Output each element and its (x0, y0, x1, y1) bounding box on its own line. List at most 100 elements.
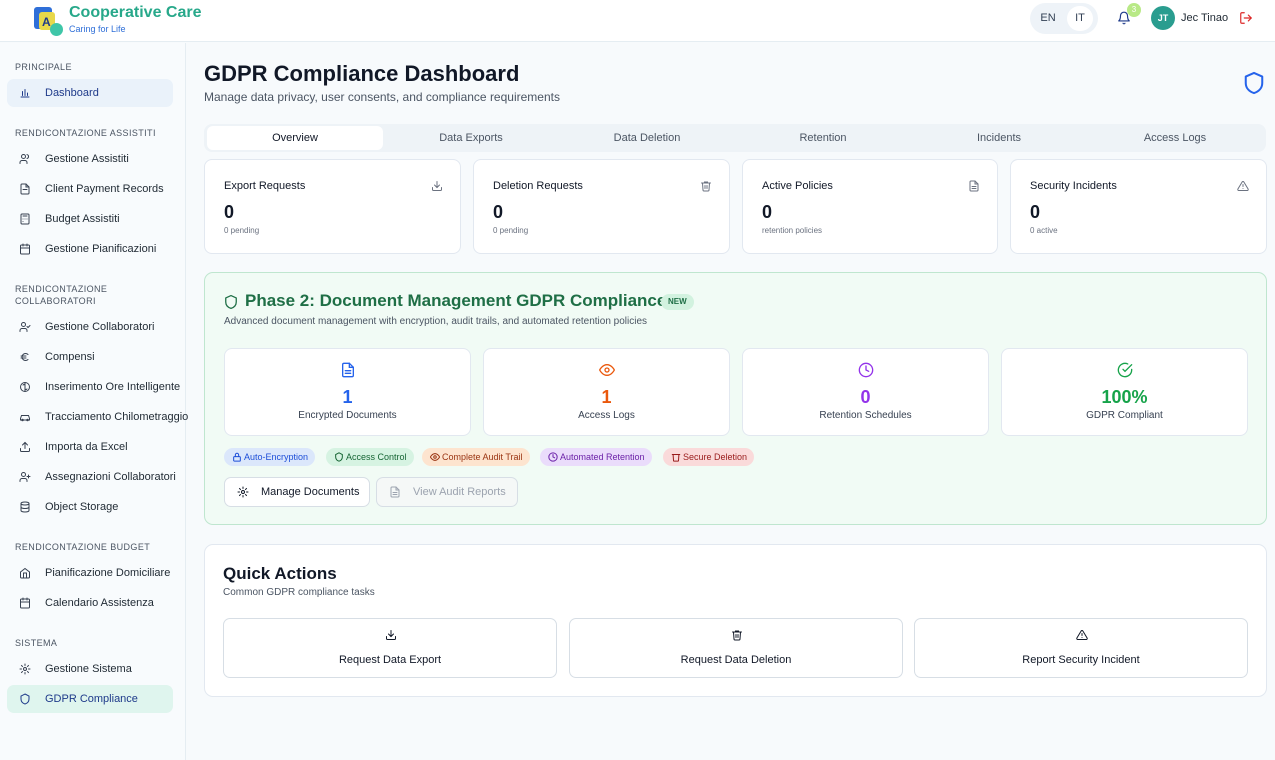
stat-card-active-policies: Active Policies 0 retention policies (742, 159, 998, 254)
trash-icon (732, 630, 742, 641)
sidebar-item-object-storage[interactable]: Object Storage (7, 493, 173, 521)
users-icon (19, 154, 29, 164)
sidebar-item-gestione-assistiti[interactable]: Gestione Assistiti (7, 145, 173, 173)
stat-value: 0 (762, 202, 773, 222)
chip-automated-retention: Automated Retention (540, 448, 652, 466)
sidebar-section-budget: RENDICONTAZIONE BUDGET (15, 542, 151, 552)
file-text-icon (390, 486, 400, 498)
chip-label: Access Control (346, 452, 407, 462)
quick-actions-panel: Quick Actions Common GDPR compliance tas… (204, 544, 1267, 697)
quick-actions-subtitle: Common GDPR compliance tasks (223, 587, 375, 598)
alert-triangle-icon (1076, 629, 1088, 640)
metric-label: Access Logs (578, 410, 635, 421)
sidebar-item-label: Inserimento Ore Intelligente (45, 381, 181, 393)
chip-access-control: Access Control (326, 448, 414, 466)
chip-label: Automated Retention (560, 452, 645, 462)
sidebar-item-label: Gestione Assistiti (45, 153, 129, 165)
stat-sub: retention policies (762, 226, 823, 235)
sidebar-item-label: Calendario Assistenza (45, 597, 154, 609)
stat-value: 0 (1030, 202, 1041, 222)
metric-label: Retention Schedules (819, 410, 912, 421)
metric-value: 1 (342, 387, 353, 407)
sidebar-item-assegnazioni-collaboratori[interactable]: Assegnazioni Collaboratori (7, 463, 176, 491)
shield-icon (20, 693, 30, 705)
stat-sub: 0 pending (224, 226, 260, 235)
clock-icon (858, 362, 874, 378)
sidebar-item-gdpr-compliance[interactable]: GDPR Compliance (7, 685, 173, 713)
euro-icon (20, 353, 29, 361)
phase-2-panel: Phase 2: Document Management GDPR Compli… (204, 272, 1267, 525)
sidebar-item-importa-excel[interactable]: Importa da Excel (7, 433, 173, 461)
tab-data-exports[interactable]: Data Exports (383, 126, 559, 150)
top-bar: A Cooperative Care Caring for Life EN IT… (0, 0, 1275, 42)
stat-title: Export Requests (224, 180, 306, 192)
sidebar-item-label: Budget Assistiti (45, 213, 120, 225)
upload-icon (20, 441, 30, 452)
download-icon (432, 181, 442, 191)
lang-en-button[interactable]: EN (1035, 6, 1061, 31)
app-logo[interactable]: A (34, 6, 64, 36)
chip-auto-encryption: Auto-Encryption (224, 448, 316, 466)
stat-title: Security Incidents (1030, 180, 1117, 192)
bar-chart-icon (20, 89, 30, 98)
stat-card-deletion-requests: Deletion Requests 0 0 pending (473, 159, 730, 254)
button-label: Report Security Incident (1022, 654, 1140, 666)
sidebar-item-calendario-assistenza[interactable]: Calendario Assistenza (7, 589, 173, 617)
alert-triangle-icon (1237, 180, 1249, 191)
metric-gdpr-compliant: 100% GDPR Compliant (1001, 348, 1248, 436)
stat-title: Active Policies (762, 180, 833, 192)
logout-icon[interactable] (1239, 11, 1253, 25)
tab-incidents[interactable]: Incidents (911, 126, 1087, 150)
sidebar-item-gestione-pianificazioni[interactable]: Gestione Pianificazioni (7, 235, 173, 263)
tab-data-deletion[interactable]: Data Deletion (559, 126, 735, 150)
trash-icon (701, 181, 711, 192)
download-icon (386, 630, 396, 640)
metric-retention-schedules: 0 Retention Schedules (742, 348, 989, 436)
sidebar-section-sistema: SISTEMA (15, 638, 58, 648)
brand-name[interactable]: Cooperative Care (69, 4, 202, 22)
sidebar-item-budget-assistiti[interactable]: Budget Assistiti (7, 205, 173, 233)
home-icon (20, 567, 30, 579)
user-check-icon (19, 322, 31, 332)
sidebar-item-label: Assegnazioni Collaboratori (45, 471, 176, 483)
trash-icon (671, 454, 681, 462)
request-data-deletion-button[interactable]: Request Data Deletion (569, 618, 903, 678)
sidebar-item-label: Tracciamento Chilometraggio (45, 411, 189, 423)
view-audit-reports-button[interactable]: View Audit Reports (376, 477, 518, 507)
gear-icon (237, 486, 249, 498)
sidebar-item-gestione-collaboratori[interactable]: Gestione Collaboratori (7, 313, 173, 341)
sidebar-item-pianificazione-domiciliare[interactable]: Pianificazione Domiciliare (7, 559, 173, 587)
sidebar-item-compensi[interactable]: Compensi (7, 343, 173, 371)
sidebar-item-label: Gestione Collaboratori (45, 321, 155, 333)
logo-letter: A (42, 15, 51, 29)
stat-card-security-incidents: Security Incidents 0 0 active (1010, 159, 1267, 254)
phase-title: Phase 2: Document Management GDPR Compli… (245, 291, 667, 310)
tab-overview[interactable]: Overview (207, 126, 383, 150)
sidebar-item-label: GDPR Compliance (45, 693, 138, 705)
tab-access-logs[interactable]: Access Logs (1087, 126, 1263, 150)
report-security-incident-button[interactable]: Report Security Incident (914, 618, 1248, 678)
sidebar-item-inserimento-ore[interactable]: Inserimento Ore Intelligente (7, 373, 180, 401)
eye-icon (430, 453, 440, 461)
shield-icon (225, 294, 237, 310)
manage-documents-button[interactable]: Manage Documents (224, 477, 370, 507)
metric-value: 100% (1101, 387, 1148, 407)
tab-retention[interactable]: Retention (735, 126, 911, 150)
user-name[interactable]: Jec Tinao (1181, 12, 1228, 24)
sidebar-section-collaboratori: RENDICONTAZIONE COLLABORATORI (15, 284, 108, 306)
lang-it-button[interactable]: IT (1067, 6, 1093, 31)
metric-value: 0 (860, 387, 871, 407)
sidebar-item-client-payment-records[interactable]: Client Payment Records (7, 175, 173, 203)
sidebar-item-tracciamento-chilometraggio[interactable]: Tracciamento Chilometraggio (7, 403, 188, 431)
avatar[interactable]: JT (1151, 6, 1175, 30)
phase-subtitle: Advanced document management with encryp… (224, 316, 648, 327)
sidebar-item-dashboard[interactable]: Dashboard (7, 79, 173, 107)
sidebar-item-label: Pianificazione Domiciliare (45, 567, 171, 579)
request-data-export-button[interactable]: Request Data Export (223, 618, 557, 678)
metric-encrypted-documents: 1 Encrypted Documents (224, 348, 471, 436)
language-switcher: EN IT (1030, 3, 1098, 34)
calculator-icon (20, 213, 30, 225)
sidebar: PRINCIPALE Dashboard RENDICONTAZIONE ASS… (0, 43, 188, 760)
sidebar-item-gestione-sistema[interactable]: Gestione Sistema (7, 655, 173, 683)
brand-tagline: Caring for Life (69, 24, 126, 34)
